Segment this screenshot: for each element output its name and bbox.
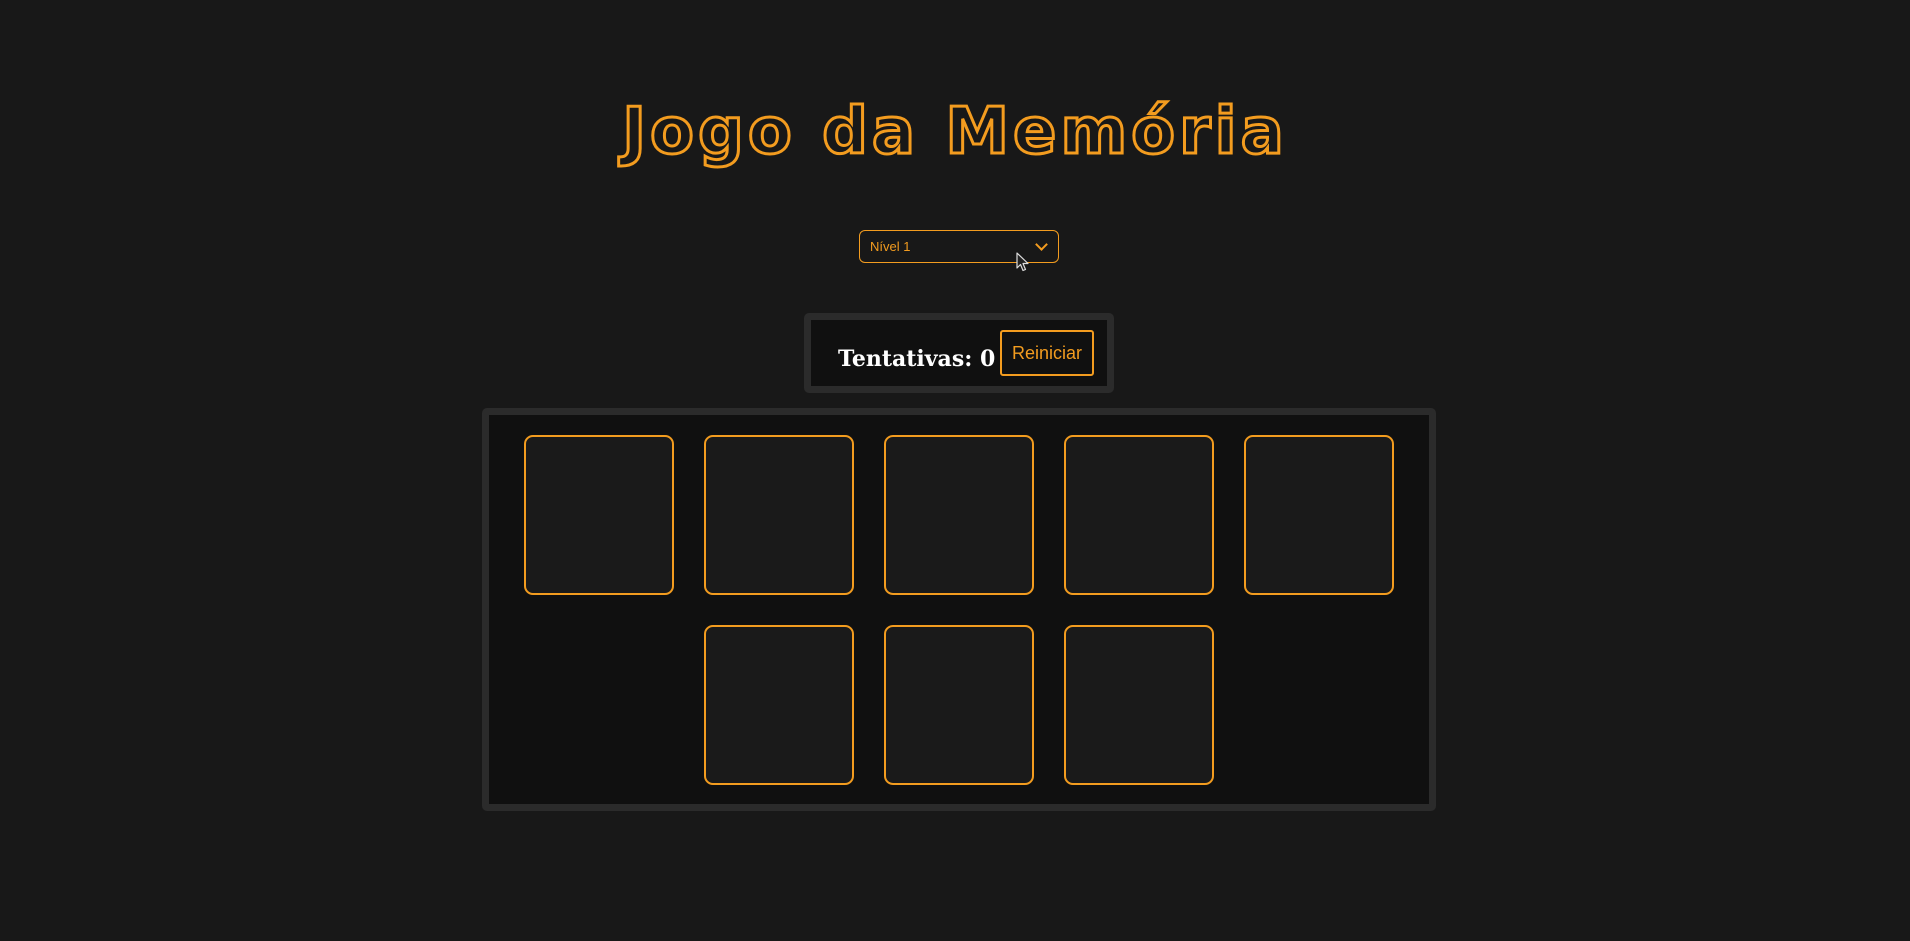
status-panel: Tentativas: 0 Reiniciar — [804, 313, 1114, 393]
mouse-cursor-icon — [1016, 252, 1029, 272]
memory-card[interactable] — [1064, 625, 1214, 785]
chevron-down-icon — [1035, 238, 1048, 251]
attempts-counter: Tentativas: 0 — [838, 346, 996, 372]
memory-card[interactable] — [884, 435, 1034, 595]
memory-card[interactable] — [1064, 435, 1214, 595]
memory-card[interactable] — [704, 435, 854, 595]
memory-card[interactable] — [1244, 435, 1394, 595]
restart-button[interactable]: Reiniciar — [1000, 330, 1094, 376]
memory-card[interactable] — [524, 435, 674, 595]
game-board — [482, 408, 1436, 811]
game-title: Jogo da Memória — [621, 94, 1288, 171]
level-select-value: Nível 1 — [870, 239, 911, 254]
memory-card[interactable] — [884, 625, 1034, 785]
memory-card[interactable] — [704, 625, 854, 785]
